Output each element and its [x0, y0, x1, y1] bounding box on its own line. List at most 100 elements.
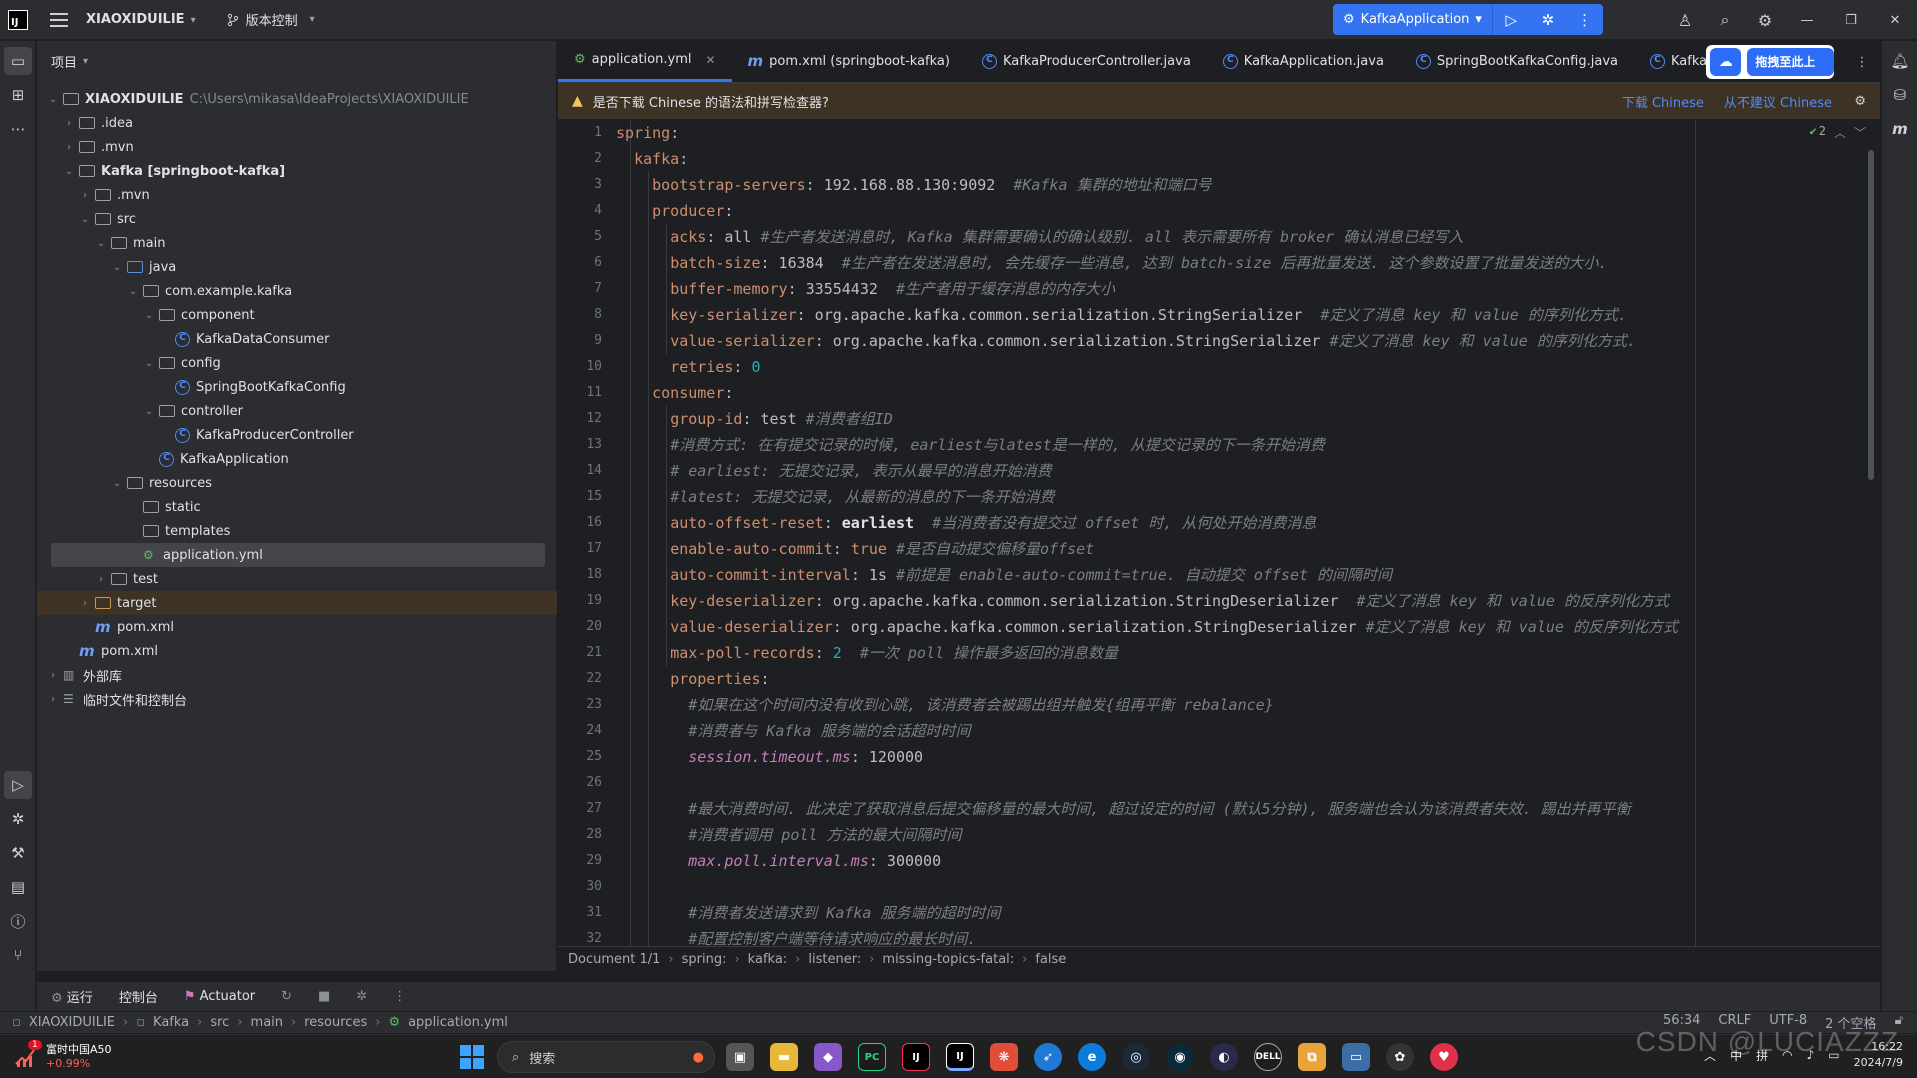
problems-tool-icon[interactable]: ⓘ — [4, 907, 32, 935]
inspection-widget[interactable]: ✔ 2 ︿ ﹀ — [1810, 124, 1867, 141]
code-line[interactable]: batch-size: 16384 #生产者在发送消息时, 会先缓存一些消息, … — [616, 250, 1816, 276]
chevron-down-icon[interactable]: ⌄ — [93, 238, 109, 249]
code-line[interactable]: kafka: — [616, 146, 1816, 172]
debug-button[interactable]: ✲ — [1530, 4, 1567, 35]
breadcrumb-item[interactable]: false — [1035, 952, 1066, 967]
tree-item[interactable]: › ▥ 外部库 — [37, 663, 557, 687]
project-panel-header[interactable]: 项目 ▾ — [37, 41, 556, 81]
code-line[interactable]: #消费者调用 poll 方法的最大间隔时间 — [616, 822, 1816, 848]
app-icon[interactable]: ❋ — [990, 1043, 1018, 1071]
maven-icon[interactable]: m — [1886, 115, 1914, 143]
intellij-active-icon[interactable]: IJ — [946, 1043, 974, 1071]
tree-item[interactable]: ⌄ component — [37, 303, 557, 327]
app-icon[interactable]: ✿ — [1386, 1043, 1414, 1071]
pycharm-icon[interactable]: PC — [858, 1043, 886, 1071]
status-crumb[interactable]: Kafka — [153, 1015, 189, 1030]
tab-options-icon[interactable]: ⋮ — [1844, 41, 1880, 83]
status-crumb[interactable]: src — [210, 1015, 229, 1030]
git-tool-icon[interactable]: ⑂ — [4, 941, 32, 969]
chevron-down-icon[interactable]: ⌄ — [109, 262, 125, 273]
code-line[interactable]: properties: — [616, 666, 1816, 692]
intellij-icon[interactable]: IJ — [902, 1043, 930, 1071]
status-crumb[interactable]: resources — [304, 1015, 367, 1030]
task-view-icon[interactable]: ▣ — [726, 1043, 754, 1071]
code-line[interactable]: acks: all #生产者发送消息时, Kafka 集群需要确认的确认级别. … — [616, 224, 1816, 250]
chevron-down-icon[interactable]: ⌄ — [109, 478, 125, 489]
code-line[interactable]: #消费者与 Kafka 服务端的会话超时时间 — [616, 718, 1816, 744]
database-icon[interactable]: ⛁ — [1886, 81, 1914, 109]
editor-tab[interactable]: C KafkaProducerController.java — [966, 40, 1207, 82]
tree-item[interactable]: templates — [37, 519, 557, 543]
tree-item[interactable]: ⌄ XIAOXIDUILIE C:\Users\mikasa\IdeaProject… — [37, 87, 557, 111]
code-line[interactable]: buffer-memory: 33554432 #生产者用于缓存消息的内存大小 — [616, 276, 1816, 302]
tree-item[interactable]: ⌄ src — [37, 207, 557, 231]
tree-item[interactable]: ⌄ java — [37, 255, 557, 279]
main-menu-icon[interactable] — [50, 12, 68, 27]
tree-item[interactable]: ⌄ resources — [37, 471, 557, 495]
code-line[interactable]: key-deserializer: org.apache.kafka.commo… — [616, 588, 1816, 614]
tree-item[interactable]: › target — [37, 591, 557, 615]
rerun-icon[interactable]: ↻ — [281, 989, 292, 1004]
code-line[interactable]: bootstrap-servers: 192.168.88.130:9092 #… — [616, 172, 1816, 198]
breadcrumb-item[interactable]: missing-topics-fatal: — [882, 952, 1014, 967]
run-tab[interactable]: ⚙ 运行 — [51, 987, 93, 1006]
run-button[interactable]: ▷ — [1493, 4, 1530, 35]
structure-tool-icon[interactable]: ⊞ — [4, 81, 32, 109]
feishu-icon[interactable]: ➶ — [1034, 1043, 1062, 1071]
chevron-up-icon[interactable]: ︿ — [1834, 124, 1846, 141]
tree-item[interactable]: › .mvn — [37, 135, 557, 159]
close-button[interactable]: ✕ — [1873, 0, 1917, 40]
chevron-right-icon[interactable]: › — [45, 694, 61, 705]
chevron-down-icon[interactable]: ﹀ — [1854, 124, 1866, 141]
code-line[interactable]: max-poll-records: 2 #一次 poll 操作最多返回的消息数量 — [616, 640, 1816, 666]
code-line[interactable]: #消费方式: 在有提交记录的时候, earliest与latest是一样的, 从… — [616, 432, 1816, 458]
run-config-selector[interactable]: ⚙ KafkaApplication ▾ — [1333, 4, 1493, 35]
tree-item[interactable]: C KafkaApplication — [37, 447, 557, 471]
code-line[interactable]: #最大消费时间. 此决定了获取消息后提交偏移量的最大时间, 超过设定的时间 (默… — [616, 796, 1816, 822]
download-chinese-link[interactable]: 下载 Chinese — [1622, 92, 1704, 111]
chevron-down-icon[interactable]: ⌄ — [141, 406, 157, 417]
code-line[interactable]: auto-offset-reset: earliest #当消费者没有提交过 o… — [616, 510, 1816, 536]
code-line[interactable] — [616, 874, 1816, 900]
code-line[interactable]: producer: — [616, 198, 1816, 224]
app-icon[interactable]: ◉ — [1166, 1043, 1194, 1071]
status-crumb[interactable]: XIAOXIDUILIE — [29, 1015, 115, 1030]
dell-icon[interactable]: DELL — [1254, 1043, 1282, 1071]
app-icon[interactable]: ⧉ — [1298, 1043, 1326, 1071]
code-line[interactable]: consumer: — [616, 380, 1816, 406]
stock-widget[interactable]: 1 富时中国A50 +0.99% — [14, 1039, 112, 1070]
chevron-right-icon[interactable]: › — [45, 670, 61, 681]
app-icon[interactable]: ♥ — [1430, 1043, 1458, 1071]
editor-scrollbar[interactable] — [1868, 150, 1874, 480]
tree-item[interactable]: m pom.xml — [37, 639, 557, 663]
chevron-right-icon[interactable]: › — [77, 598, 93, 609]
tree-item[interactable]: › .idea — [37, 111, 557, 135]
close-tab-icon[interactable]: ✕ — [705, 53, 715, 67]
breadcrumb-item[interactable]: spring: — [682, 952, 727, 967]
editor-tab[interactable]: C SpringBootKafkaConfig.java — [1400, 40, 1634, 82]
account-icon[interactable]: ♙ — [1665, 0, 1705, 40]
debug-small-icon[interactable]: ✲ — [356, 989, 367, 1004]
code-line[interactable]: #latest: 无提交记录, 从最新的消息的下一条开始消费 — [616, 484, 1816, 510]
chevron-right-icon[interactable]: › — [61, 142, 77, 153]
code-line[interactable]: max.poll.interval.ms: 300000 — [616, 848, 1816, 874]
code-line[interactable]: #配置控制客户端等待请求响应的最长时间. — [616, 926, 1816, 946]
file-explorer-icon[interactable]: ▬ — [770, 1043, 798, 1071]
breadcrumb-item[interactable]: Document 1/1 — [568, 952, 660, 967]
breadcrumb-item[interactable]: kafka: — [748, 952, 788, 967]
stop-icon[interactable]: ■ — [318, 989, 330, 1004]
debug-tool-icon[interactable]: ✲ — [4, 805, 32, 833]
tree-item[interactable]: ⌄ Kafka [springboot-kafka] — [37, 159, 557, 183]
breadcrumb-item[interactable]: listener: — [808, 952, 861, 967]
chevron-down-icon[interactable]: ⌄ — [125, 286, 141, 297]
banner-settings-icon[interactable]: ⚙ — [1854, 94, 1866, 109]
tree-item[interactable]: C SpringBootKafkaConfig — [37, 375, 557, 399]
vcs-widget[interactable]: 版本控制 ▾ — [226, 10, 315, 29]
steam-icon[interactable]: ◎ — [1122, 1043, 1150, 1071]
minimize-button[interactable]: — — [1785, 0, 1829, 40]
code-line[interactable]: enable-auto-commit: true #是否自动提交偏移量offse… — [616, 536, 1816, 562]
edge-icon[interactable]: e — [1078, 1043, 1106, 1071]
code-line[interactable]: group-id: test #消费者组ID — [616, 406, 1816, 432]
project-tool-icon[interactable]: ▭ — [4, 47, 32, 75]
tree-item[interactable]: C KafkaProducerController — [37, 423, 557, 447]
